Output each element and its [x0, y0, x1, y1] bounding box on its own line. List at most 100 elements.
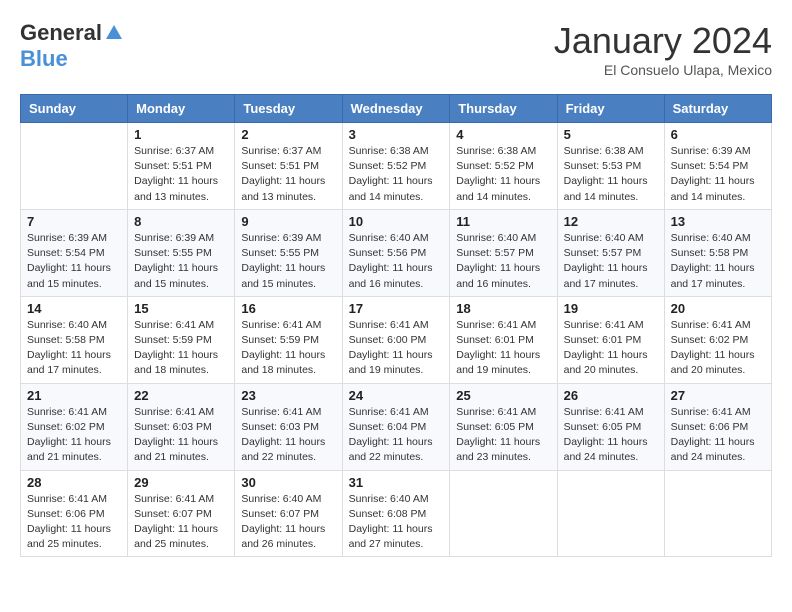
day-info: Sunrise: 6:40 AMSunset: 6:08 PMDaylight:…	[349, 492, 444, 553]
day-info: Sunrise: 6:41 AMSunset: 6:01 PMDaylight:…	[456, 318, 550, 379]
table-row: 23 Sunrise: 6:41 AMSunset: 6:03 PMDayligh…	[235, 383, 342, 470]
day-info: Sunrise: 6:41 AMSunset: 6:05 PMDaylight:…	[456, 405, 550, 466]
col-monday: Monday	[128, 95, 235, 123]
table-row	[21, 123, 128, 210]
day-info: Sunrise: 6:38 AMSunset: 5:52 PMDaylight:…	[349, 144, 444, 205]
table-row	[664, 470, 771, 557]
table-row: 14 Sunrise: 6:40 AMSunset: 5:58 PMDayligh…	[21, 296, 128, 383]
logo: General Blue	[20, 20, 124, 72]
day-info: Sunrise: 6:41 AMSunset: 6:06 PMDaylight:…	[671, 405, 765, 466]
day-number: 8	[134, 214, 228, 229]
day-number: 19	[564, 301, 658, 316]
calendar-week-row: 28 Sunrise: 6:41 AMSunset: 6:06 PMDayligh…	[21, 470, 772, 557]
table-row: 30 Sunrise: 6:40 AMSunset: 6:07 PMDayligh…	[235, 470, 342, 557]
calendar-week-row: 1 Sunrise: 6:37 AMSunset: 5:51 PMDaylight…	[21, 123, 772, 210]
day-number: 21	[27, 388, 121, 403]
logo-icon	[104, 23, 124, 43]
day-number: 16	[241, 301, 335, 316]
logo-blue-text: Blue	[20, 46, 68, 72]
table-row: 28 Sunrise: 6:41 AMSunset: 6:06 PMDayligh…	[21, 470, 128, 557]
day-info: Sunrise: 6:40 AMSunset: 5:57 PMDaylight:…	[564, 231, 658, 292]
logo-general-text: General	[20, 20, 102, 46]
day-number: 6	[671, 127, 765, 142]
day-info: Sunrise: 6:41 AMSunset: 5:59 PMDaylight:…	[134, 318, 228, 379]
table-row: 26 Sunrise: 6:41 AMSunset: 6:05 PMDayligh…	[557, 383, 664, 470]
day-number: 20	[671, 301, 765, 316]
table-row: 9Sunrise: 6:39 AMSunset: 5:55 PMDaylight…	[235, 209, 342, 296]
table-row: 3 Sunrise: 6:38 AMSunset: 5:52 PMDaylight…	[342, 123, 450, 210]
table-row	[557, 470, 664, 557]
day-info: Sunrise: 6:41 AMSunset: 6:06 PMDaylight:…	[27, 492, 121, 553]
day-info: Sunrise: 6:39 AMSunset: 5:55 PMDaylight:…	[134, 231, 228, 292]
day-number: 12	[564, 214, 658, 229]
day-info: Sunrise: 6:41 AMSunset: 6:03 PMDaylight:…	[241, 405, 335, 466]
col-friday: Friday	[557, 95, 664, 123]
day-info: Sunrise: 6:39 AMSunset: 5:54 PMDaylight:…	[671, 144, 765, 205]
day-number: 4	[456, 127, 550, 142]
table-row: 21 Sunrise: 6:41 AMSunset: 6:02 PMDayligh…	[21, 383, 128, 470]
day-number: 26	[564, 388, 658, 403]
calendar-week-row: 14 Sunrise: 6:40 AMSunset: 5:58 PMDayligh…	[21, 296, 772, 383]
table-row: 12 Sunrise: 6:40 AMSunset: 5:57 PMDayligh…	[557, 209, 664, 296]
day-info: Sunrise: 6:41 AMSunset: 6:02 PMDaylight:…	[671, 318, 765, 379]
day-number: 2	[241, 127, 335, 142]
table-row: 7Sunrise: 6:39 AMSunset: 5:54 PMDaylight…	[21, 209, 128, 296]
day-info: Sunrise: 6:41 AMSunset: 6:07 PMDaylight:…	[134, 492, 228, 553]
day-number: 3	[349, 127, 444, 142]
day-number: 24	[349, 388, 444, 403]
table-row: 18 Sunrise: 6:41 AMSunset: 6:01 PMDayligh…	[450, 296, 557, 383]
day-info: Sunrise: 6:41 AMSunset: 6:00 PMDaylight:…	[349, 318, 444, 379]
table-row: 6 Sunrise: 6:39 AMSunset: 5:54 PMDaylight…	[664, 123, 771, 210]
table-row: 16Sunrise: 6:41 AMSunset: 5:59 PMDayligh…	[235, 296, 342, 383]
day-number: 1	[134, 127, 228, 142]
day-number: 28	[27, 475, 121, 490]
day-info: Sunrise: 6:41 AMSunset: 6:01 PMDaylight:…	[564, 318, 658, 379]
day-info: Sunrise: 6:38 AMSunset: 5:53 PMDaylight:…	[564, 144, 658, 205]
day-info: Sunrise: 6:41 AMSunset: 6:04 PMDaylight:…	[349, 405, 444, 466]
table-row: 4 Sunrise: 6:38 AMSunset: 5:52 PMDaylight…	[450, 123, 557, 210]
day-number: 25	[456, 388, 550, 403]
day-info: Sunrise: 6:40 AMSunset: 5:56 PMDaylight:…	[349, 231, 444, 292]
calendar-header-row: Sunday Monday Tuesday Wednesday Thursday…	[21, 95, 772, 123]
col-sunday: Sunday	[21, 95, 128, 123]
day-number: 30	[241, 475, 335, 490]
table-row: 24 Sunrise: 6:41 AMSunset: 6:04 PMDayligh…	[342, 383, 450, 470]
day-number: 22	[134, 388, 228, 403]
day-number: 14	[27, 301, 121, 316]
day-info: Sunrise: 6:40 AMSunset: 5:57 PMDaylight:…	[456, 231, 550, 292]
page-header: General Blue January 2024 El Consuelo Ul…	[20, 20, 772, 78]
day-number: 11	[456, 214, 550, 229]
day-number: 5	[564, 127, 658, 142]
table-row: 2Sunrise: 6:37 AMSunset: 5:51 PMDaylight…	[235, 123, 342, 210]
table-row: 31Sunrise: 6:40 AMSunset: 6:08 PMDayligh…	[342, 470, 450, 557]
table-row: 11 Sunrise: 6:40 AMSunset: 5:57 PMDayligh…	[450, 209, 557, 296]
day-info: Sunrise: 6:41 AMSunset: 6:03 PMDaylight:…	[134, 405, 228, 466]
table-row: 15Sunrise: 6:41 AMSunset: 5:59 PMDayligh…	[128, 296, 235, 383]
table-row: 19 Sunrise: 6:41 AMSunset: 6:01 PMDayligh…	[557, 296, 664, 383]
day-info: Sunrise: 6:40 AMSunset: 6:07 PMDaylight:…	[241, 492, 335, 553]
table-row: 22 Sunrise: 6:41 AMSunset: 6:03 PMDayligh…	[128, 383, 235, 470]
day-info: Sunrise: 6:41 AMSunset: 6:05 PMDaylight:…	[564, 405, 658, 466]
col-wednesday: Wednesday	[342, 95, 450, 123]
day-number: 10	[349, 214, 444, 229]
day-info: Sunrise: 6:38 AMSunset: 5:52 PMDaylight:…	[456, 144, 550, 205]
day-info: Sunrise: 6:40 AMSunset: 5:58 PMDaylight:…	[671, 231, 765, 292]
table-row: 13Sunrise: 6:40 AMSunset: 5:58 PMDayligh…	[664, 209, 771, 296]
table-row: 17 Sunrise: 6:41 AMSunset: 6:00 PMDayligh…	[342, 296, 450, 383]
day-number: 9	[241, 214, 335, 229]
day-number: 18	[456, 301, 550, 316]
month-title: January 2024	[554, 20, 772, 62]
day-info: Sunrise: 6:40 AMSunset: 5:58 PMDaylight:…	[27, 318, 121, 379]
calendar-week-row: 21 Sunrise: 6:41 AMSunset: 6:02 PMDayligh…	[21, 383, 772, 470]
col-thursday: Thursday	[450, 95, 557, 123]
col-saturday: Saturday	[664, 95, 771, 123]
day-info: Sunrise: 6:37 AMSunset: 5:51 PMDaylight:…	[134, 144, 228, 205]
table-row: 5 Sunrise: 6:38 AMSunset: 5:53 PMDaylight…	[557, 123, 664, 210]
location: El Consuelo Ulapa, Mexico	[554, 62, 772, 78]
table-row: 1 Sunrise: 6:37 AMSunset: 5:51 PMDaylight…	[128, 123, 235, 210]
day-number: 17	[349, 301, 444, 316]
day-number: 23	[241, 388, 335, 403]
day-info: Sunrise: 6:41 AMSunset: 6:02 PMDaylight:…	[27, 405, 121, 466]
day-number: 29	[134, 475, 228, 490]
table-row: 29 Sunrise: 6:41 AMSunset: 6:07 PMDayligh…	[128, 470, 235, 557]
